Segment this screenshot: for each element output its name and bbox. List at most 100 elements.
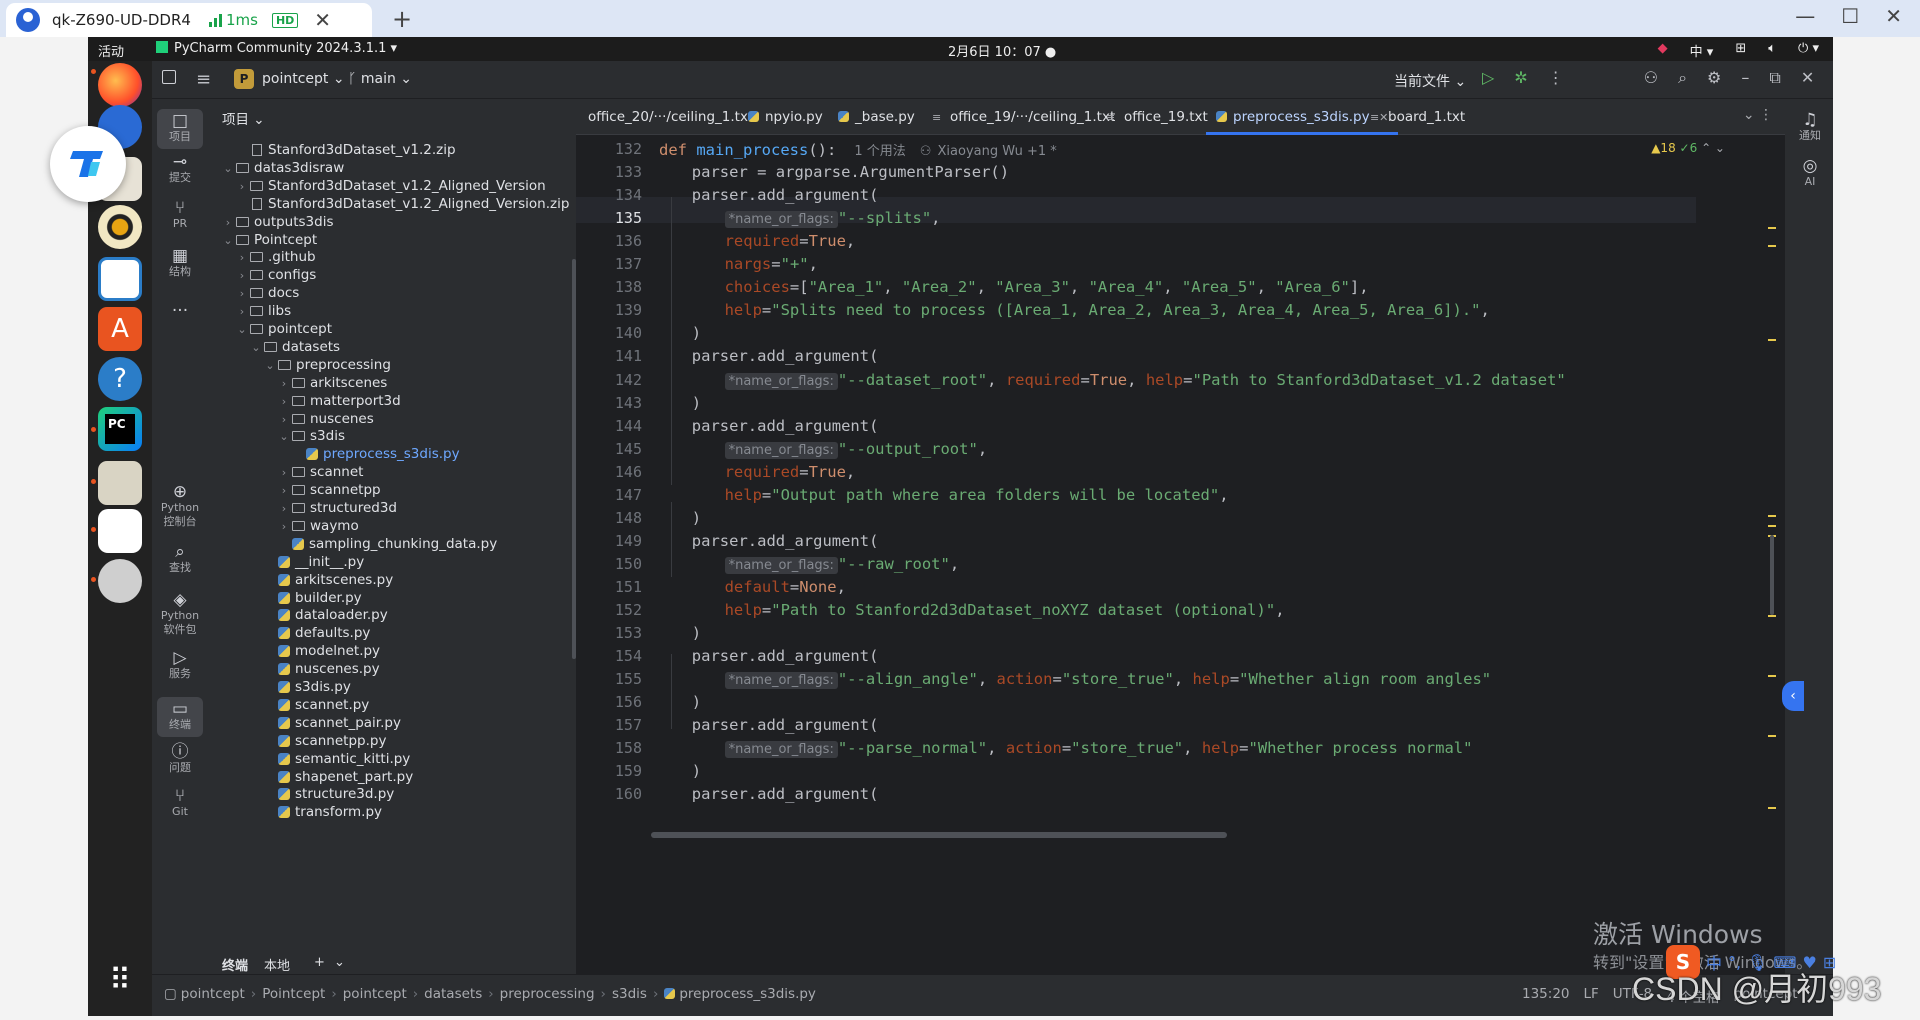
input-method[interactable]: 中 ▾ xyxy=(1690,41,1714,60)
tool-window-button[interactable]: ▦ 结构 xyxy=(157,248,203,279)
code-line[interactable]: ) xyxy=(692,624,701,642)
tool-window-button[interactable]: ⊕ Python 控制台 xyxy=(157,484,203,529)
tab-office-20-ceiling-1-txt[interactable]: office_20/···/ceiling_1.txt xyxy=(578,99,763,135)
main-menu-icon[interactable]: ≡ xyxy=(196,69,211,90)
run-icon[interactable]: ▷ xyxy=(1482,68,1494,88)
code-line[interactable]: parser.add_argument( xyxy=(692,347,879,365)
tool-window-button[interactable]: ⓘ 问题 xyxy=(157,744,203,775)
code-editor[interactable]: ▲18 ✓6 ⌃ ⌄ 132 def main_process(): 1 个用法 ⚇ … xyxy=(576,135,1785,974)
clock[interactable]: 2月6日 10：07 ● xyxy=(948,41,1056,60)
code-line[interactable]: *name_or_flags: "--align_angle", action="… xyxy=(724,670,1491,690)
tab-office-19-ceiling-1-txt[interactable]: ≡ office_19/···/ceiling_1.txt xyxy=(922,99,1125,135)
code-line[interactable]: required=True, xyxy=(725,232,856,250)
close-tab-icon[interactable]: ✕ xyxy=(314,8,331,32)
more-actions-icon[interactable]: ⋮ xyxy=(1548,68,1564,88)
close-ide-icon[interactable]: ✕ xyxy=(1801,68,1814,88)
tool-window-button[interactable]: ··· xyxy=(157,303,203,320)
code-line[interactable]: *name_or_flags: "--dataset_root", require… xyxy=(724,371,1566,390)
tab-office-19-txt[interactable]: ≡ office_19.txt xyxy=(1096,99,1218,135)
code-line[interactable]: parser.add_argument( xyxy=(692,186,879,204)
code-line[interactable]: def main_process(): 1 个用法 ⚇ Xiaoyang Wu +1… xyxy=(659,140,1057,159)
right-tool-button[interactable]: ♫ 通知 xyxy=(1787,112,1833,143)
activities-button[interactable]: 活动 xyxy=(98,41,124,60)
stripe-thumb[interactable] xyxy=(1770,535,1774,615)
right-tool-button[interactable]: ◎ AI xyxy=(1787,158,1833,189)
rhythmbox-icon[interactable] xyxy=(98,205,142,249)
chevron-icon[interactable]: ⌄ xyxy=(250,337,262,359)
power-icon[interactable]: ⏻ ▾ xyxy=(1798,41,1819,60)
branch-selector[interactable]: ᚴ main ⌄ xyxy=(348,71,412,87)
new-terminal-button[interactable]: + xyxy=(314,955,325,970)
todesk-icon[interactable] xyxy=(98,509,142,553)
project-selector[interactable]: pointcept ⌄ xyxy=(262,71,345,87)
collapse-side-icon[interactable]: ‹ xyxy=(1782,681,1804,711)
code-line[interactable]: parser.add_argument( xyxy=(692,647,879,665)
tool-window-button[interactable]: ⊸ 提交 xyxy=(157,154,203,185)
author-hint[interactable]: Xiaoyang Wu +1 * xyxy=(938,144,1057,159)
breadcrumb-item[interactable]: datasets xyxy=(424,986,482,1002)
caret-position[interactable]: 135:20 xyxy=(1522,986,1570,1006)
project-view-header[interactable]: 项目 ⌄ xyxy=(222,108,265,128)
terminal-dropdown-icon[interactable]: ⌄ xyxy=(334,955,345,970)
maximize-icon[interactable]: ☐ xyxy=(1841,4,1859,28)
app-tray-icon[interactable]: ◆ xyxy=(1658,41,1668,60)
code-line[interactable]: parser.add_argument( xyxy=(692,716,879,734)
tab--base-py[interactable]: _base.py xyxy=(828,99,925,135)
breadcrumb-item[interactable]: Pointcept xyxy=(262,986,325,1002)
code-line[interactable]: parser.add_argument( xyxy=(692,417,879,435)
usages-hint[interactable]: 1 个用法 xyxy=(854,144,905,159)
code-line[interactable]: required=True, xyxy=(725,463,856,481)
breadcrumb-item[interactable]: preprocess_s3dis.py xyxy=(679,986,816,1002)
code-line[interactable]: ) xyxy=(692,693,701,711)
code-line[interactable]: ) xyxy=(692,324,701,342)
error-stripe[interactable] xyxy=(1768,135,1776,815)
code-line[interactable]: parser.add_argument( xyxy=(692,532,879,550)
code-line[interactable]: *name_or_flags: "--output_root", xyxy=(724,440,987,459)
breadcrumb-item[interactable]: pointcept xyxy=(343,986,407,1002)
network-icon[interactable]: ⊞ xyxy=(1735,41,1746,60)
tool-window-button[interactable]: ⑂ Git xyxy=(157,788,203,819)
app-center-icon[interactable]: A xyxy=(98,307,142,351)
firefox-icon[interactable] xyxy=(98,63,142,107)
tool-window-button[interactable]: □ 项目 xyxy=(157,109,203,149)
search-icon[interactable]: ⌕ xyxy=(1678,68,1687,88)
minimize-ide-icon[interactable]: – xyxy=(1741,68,1749,88)
debug-icon[interactable]: ✲ xyxy=(1514,68,1527,88)
code-line[interactable]: default=None, xyxy=(725,578,846,596)
window-menu-icon[interactable] xyxy=(162,70,176,84)
breadcrumb-item[interactable]: preprocessing xyxy=(500,986,595,1002)
breadcrumb-item[interactable]: pointcept xyxy=(181,986,245,1002)
code-line[interactable]: nargs="+", xyxy=(725,255,818,273)
chevron-icon[interactable]: ⌄ xyxy=(222,158,234,180)
tool-window-button[interactable]: ⌕ 查找 xyxy=(157,544,203,575)
pycharm-icon[interactable]: PC xyxy=(98,407,142,451)
todesk-floating-button[interactable] xyxy=(50,126,126,202)
remote-session-tab[interactable]: qk-Z690-UD-DDR4 1ms HD ✕ xyxy=(6,3,372,37)
code-line[interactable]: ) xyxy=(692,509,701,527)
code-line[interactable]: parser.add_argument( xyxy=(692,785,879,803)
code-line[interactable]: ) xyxy=(692,394,701,412)
code-line[interactable]: help="Splits need to process ([Area_1, A… xyxy=(725,301,1490,319)
breadcrumb-item[interactable]: s3dis xyxy=(612,986,647,1002)
minimize-icon[interactable]: — xyxy=(1795,4,1815,28)
tool-window-button[interactable]: ▭ 终端 xyxy=(157,697,203,737)
close-window-icon[interactable]: ✕ xyxy=(1885,4,1902,28)
inspection-widget[interactable]: ▲18 ✓6 ⌃ ⌄ xyxy=(1651,141,1725,155)
chevron-icon[interactable]: ⌄ xyxy=(264,355,276,377)
editor-horizontal-scrollbar[interactable] xyxy=(651,832,1227,838)
code-line[interactable]: help="Path to Stanford2d3dDataset_noXYZ … xyxy=(725,601,1285,619)
code-line[interactable]: *name_or_flags: "--raw_root", xyxy=(724,555,959,574)
writer-icon[interactable] xyxy=(98,257,142,301)
settings-gear-icon[interactable]: ⚙ xyxy=(1707,68,1721,88)
app-menu[interactable]: PyCharm Community 2024.3.1.1 ▾ xyxy=(156,41,397,56)
tool-window-button[interactable]: ▷ 服务 xyxy=(157,650,203,681)
tab-board-1-txt[interactable]: ≡ board_1.txt xyxy=(1360,99,1475,135)
chevron-icon[interactable]: ⌄ xyxy=(278,426,290,448)
inspection-nav[interactable]: ⌃ ⌄ xyxy=(1701,141,1725,155)
chevron-icon[interactable]: ⌄ xyxy=(236,319,248,341)
code-line[interactable]: *name_or_flags: "--splits", xyxy=(724,209,941,229)
code-line[interactable]: ) xyxy=(692,762,701,780)
archive-icon[interactable] xyxy=(98,461,142,505)
hd-badge[interactable]: HD xyxy=(271,12,299,28)
file-item[interactable]: transform.py xyxy=(264,801,382,823)
